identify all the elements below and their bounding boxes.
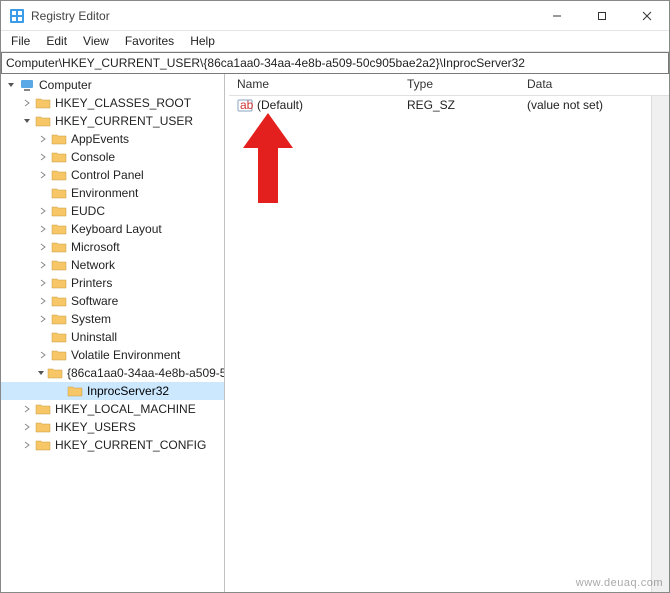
tree-item[interactable]: Volatile Environment <box>1 346 224 364</box>
svg-text:ab: ab <box>240 98 253 112</box>
tree-inprocserver32[interactable]: InprocServer32 <box>1 382 224 400</box>
address-input[interactable] <box>2 54 668 72</box>
tree-pane[interactable]: Computer HKEY_CLASSES_ROOT HKEY_CURRENT_… <box>1 74 225 592</box>
maximize-button[interactable] <box>579 1 624 31</box>
chevron-right-icon[interactable] <box>21 403 33 415</box>
tree-item[interactable]: Console <box>1 148 224 166</box>
chevron-right-icon[interactable] <box>37 223 49 235</box>
menu-favorites[interactable]: Favorites <box>117 32 182 50</box>
folder-icon <box>35 401 51 417</box>
chevron-right-icon[interactable] <box>37 313 49 325</box>
main-split: Computer HKEY_CLASSES_ROOT HKEY_CURRENT_… <box>1 74 669 592</box>
chevron-right-icon[interactable] <box>37 295 49 307</box>
chevron-right-icon[interactable] <box>37 241 49 253</box>
folder-icon <box>51 185 67 201</box>
tree-item[interactable]: Printers <box>1 274 224 292</box>
tree-root-computer[interactable]: Computer <box>1 76 224 94</box>
tree-item[interactable]: EUDC <box>1 202 224 220</box>
value-name: (Default) <box>257 98 303 112</box>
chevron-right-icon[interactable] <box>21 439 33 451</box>
tree-hkcr[interactable]: HKEY_CLASSES_ROOT <box>1 94 224 112</box>
value-data: (value not set) <box>519 98 669 112</box>
chevron-right-icon[interactable] <box>37 151 49 163</box>
menu-view[interactable]: View <box>75 32 117 50</box>
folder-icon <box>35 437 51 453</box>
folder-icon <box>51 275 67 291</box>
folder-icon <box>51 149 67 165</box>
close-button[interactable] <box>624 1 669 31</box>
values-pane: Name Type Data ab (Default) REG_SZ (valu… <box>229 74 669 592</box>
chevron-right-icon[interactable] <box>37 205 49 217</box>
menubar: File Edit View Favorites Help <box>1 31 669 52</box>
chevron-right-icon[interactable] <box>37 133 49 145</box>
folder-icon <box>51 221 67 237</box>
value-row[interactable]: ab (Default) REG_SZ (value not set) <box>229 96 669 114</box>
chevron-down-icon[interactable] <box>21 115 33 127</box>
watermark: www.deuaq.com <box>576 577 663 589</box>
tree-item[interactable]: Network <box>1 256 224 274</box>
folder-icon <box>47 365 63 381</box>
tree-item[interactable]: Microsoft <box>1 238 224 256</box>
tree-item[interactable]: System <box>1 310 224 328</box>
tree-hkcu[interactable]: HKEY_CURRENT_USER <box>1 112 224 130</box>
tree-item[interactable]: AppEvents <box>1 130 224 148</box>
folder-icon <box>35 113 51 129</box>
folder-icon <box>51 311 67 327</box>
tree-hkcc[interactable]: HKEY_CURRENT_CONFIG <box>1 436 224 454</box>
value-type: REG_SZ <box>399 98 519 112</box>
folder-icon <box>51 239 67 255</box>
tree-item[interactable]: Control Panel <box>1 166 224 184</box>
tree-item[interactable]: Uninstall <box>1 328 224 346</box>
tree-item[interactable]: Environment <box>1 184 224 202</box>
tree-hku[interactable]: HKEY_USERS <box>1 418 224 436</box>
computer-icon <box>19 77 35 93</box>
tree-item[interactable]: Software <box>1 292 224 310</box>
folder-open-icon <box>67 383 83 399</box>
menu-file[interactable]: File <box>3 32 38 50</box>
chevron-right-icon[interactable] <box>21 97 33 109</box>
app-icon <box>9 8 25 24</box>
titlebar: Registry Editor <box>1 1 669 31</box>
tree-hklm[interactable]: HKEY_LOCAL_MACHINE <box>1 400 224 418</box>
folder-icon <box>51 293 67 309</box>
window-title: Registry Editor <box>31 9 110 23</box>
folder-icon <box>51 167 67 183</box>
chevron-down-icon[interactable] <box>5 79 17 91</box>
menu-edit[interactable]: Edit <box>38 32 75 50</box>
chevron-right-icon[interactable] <box>37 349 49 361</box>
string-value-icon: ab <box>237 97 253 113</box>
address-bar[interactable] <box>1 52 669 74</box>
folder-icon <box>51 203 67 219</box>
folder-icon <box>51 329 67 345</box>
column-name[interactable]: Name <box>229 74 399 95</box>
chevron-right-icon[interactable] <box>37 277 49 289</box>
minimize-button[interactable] <box>534 1 579 31</box>
chevron-right-icon[interactable] <box>21 421 33 433</box>
tree-guid-key[interactable]: {86ca1aa0-34aa-4e8b-a509-5 <box>1 364 224 382</box>
list-header[interactable]: Name Type Data <box>229 74 669 96</box>
chevron-right-icon[interactable] <box>37 169 49 181</box>
folder-icon <box>51 257 67 273</box>
chevron-right-icon[interactable] <box>37 259 49 271</box>
folder-icon <box>51 131 67 147</box>
tree-item[interactable]: Keyboard Layout <box>1 220 224 238</box>
list-body[interactable]: ab (Default) REG_SZ (value not set) <box>229 96 669 592</box>
chevron-down-icon[interactable] <box>37 367 45 379</box>
folder-icon <box>35 95 51 111</box>
column-type[interactable]: Type <box>399 74 519 95</box>
folder-icon <box>51 347 67 363</box>
menu-help[interactable]: Help <box>182 32 223 50</box>
folder-icon <box>35 419 51 435</box>
column-data[interactable]: Data <box>519 74 669 95</box>
